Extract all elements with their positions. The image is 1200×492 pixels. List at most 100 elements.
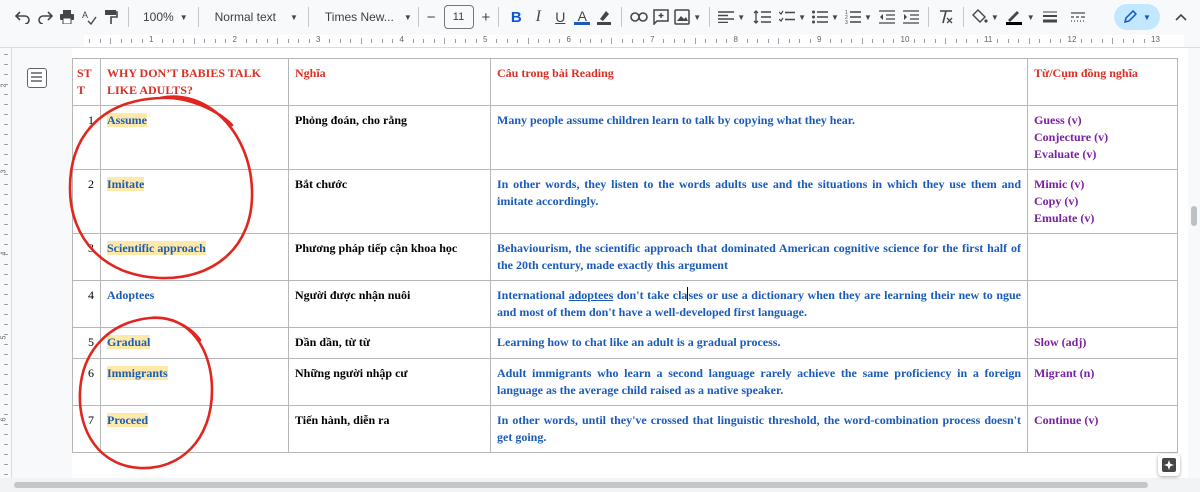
border-color-swatch [1005, 21, 1022, 25]
ruler-number: 6 [566, 35, 571, 44]
vertical-ruler[interactable]: 23456 [0, 48, 12, 492]
meaning-cell[interactable]: Người được nhận nuôi [288, 280, 491, 328]
font-size-input[interactable]: 11 [443, 5, 474, 29]
border-dash-icon[interactable] [1067, 4, 1089, 30]
increase-font-size-button[interactable]: + [480, 9, 493, 26]
word-cell[interactable]: Gradual [100, 327, 289, 359]
font-select[interactable]: Times New... ▼ [325, 4, 412, 30]
border-width-icon[interactable] [1039, 4, 1061, 30]
table-row[interactable]: 3 Scientific approach Phương pháp tiếp c… [72, 233, 1178, 281]
border-color-icon[interactable] [1003, 4, 1025, 30]
vertical-ruler-tick [4, 194, 8, 195]
paint-format-icon[interactable] [100, 4, 122, 30]
decrease-indent-icon[interactable] [876, 4, 898, 30]
ruler-tick [621, 39, 623, 43]
document-page[interactable]: ST T WHY DON’T BABIES TALK LIKE ADULTS? … [72, 48, 1188, 478]
word-cell[interactable]: Scientific approach [100, 233, 289, 281]
sentence-cell[interactable]: In other words, they listen to the words… [490, 169, 1028, 234]
ruler-tick [329, 39, 331, 43]
print-icon[interactable] [56, 4, 78, 30]
vertical-ruler-tick [4, 104, 8, 105]
insert-link-icon[interactable] [628, 4, 650, 30]
ruler-tick [193, 38, 195, 44]
synonyms-cell[interactable]: Continue (v) [1027, 405, 1178, 453]
bold-button[interactable]: B [505, 4, 527, 30]
zoom-select[interactable]: 100% ▼ [135, 4, 188, 30]
word-cell[interactable]: Proceed [100, 405, 289, 453]
sentence-cell[interactable]: Many people assume children learn to tal… [490, 105, 1028, 170]
divider [197, 7, 199, 27]
vocabulary-table[interactable]: ST T WHY DON’T BABIES TALK LIKE ADULTS? … [72, 58, 1178, 453]
word-cell[interactable]: Imitate [100, 169, 289, 234]
table-row[interactable]: 6 Immigrants Những người nhập cư Adult i… [72, 358, 1178, 406]
explore-sparkle-icon[interactable] [1158, 454, 1180, 476]
meaning-cell[interactable]: Tiến hành, diễn ra [288, 405, 491, 453]
highlight-color-icon[interactable] [593, 4, 615, 30]
word-cell[interactable]: Adoptees [100, 280, 289, 328]
editing-mode-button[interactable]: ▼ [1114, 4, 1160, 30]
vertical-scrollbar[interactable] [1188, 48, 1200, 478]
horizontal-ruler[interactable]: 1 2 3 4 5 6 7 8 9 10 11 12 13 [0, 34, 1200, 48]
sentence-cell[interactable]: Behaviourism, the scientific approach th… [490, 233, 1028, 281]
ruler-tick [726, 39, 728, 43]
synonyms-cell[interactable]: Guess (v) Conjecture (v) Evaluate (v) [1027, 105, 1178, 170]
meaning-cell[interactable]: Dần dần, từ từ [288, 327, 491, 359]
document-outline-icon[interactable] [27, 68, 47, 88]
synonyms-cell[interactable]: Migrant (n) [1027, 358, 1178, 406]
ruler-tick [371, 39, 373, 43]
align-left-icon[interactable]: ▼ [716, 4, 747, 30]
collapse-menus-icon[interactable] [1170, 4, 1192, 30]
synonyms-cell[interactable] [1027, 280, 1178, 328]
text-color-button[interactable]: A [571, 4, 593, 30]
divider [709, 7, 711, 27]
underline-button[interactable]: U [549, 4, 571, 30]
horizontal-scrollbar[interactable] [0, 478, 1200, 492]
divider [417, 7, 419, 27]
vertical-scroll-thumb[interactable] [1191, 206, 1197, 226]
table-row[interactable]: 4 Adoptees Người được nhận nuôi Internat… [72, 280, 1178, 328]
clear-formatting-icon[interactable] [935, 4, 957, 30]
font-value: Times New... [324, 10, 394, 24]
table-row[interactable]: 1 Assume Phỏng đoán, cho rằng Many peopl… [72, 105, 1178, 170]
meaning-cell[interactable]: Phỏng đoán, cho rằng [288, 105, 491, 170]
sentence-cell[interactable]: Adult immigrants who learn a second lang… [490, 358, 1028, 406]
meaning-cell[interactable]: Phương pháp tiếp cận khoa học [288, 233, 491, 281]
chevron-down-icon[interactable]: ▼ [1027, 13, 1035, 22]
synonyms-cell[interactable] [1027, 233, 1178, 281]
redo-icon[interactable] [34, 4, 56, 30]
sentence-cell[interactable]: International adoptees don't take clases… [490, 280, 1028, 328]
synonyms-cell[interactable]: Mimic (v) Copy (v) Emulate (v) [1027, 169, 1178, 234]
sentence-cell[interactable]: Learning how to chat like an adult is a … [490, 327, 1028, 359]
meaning-cell[interactable]: Bắt chước [288, 169, 491, 234]
line-spacing-icon[interactable] [751, 4, 773, 30]
increase-indent-icon[interactable] [900, 4, 922, 30]
vertical-ruler-tick [4, 454, 8, 455]
meaning-cell[interactable]: Những người nhập cư [288, 358, 491, 406]
undo-icon[interactable] [12, 4, 34, 30]
ruler-tick [893, 39, 895, 43]
cell-fill-color-icon[interactable]: ▼ [970, 4, 1001, 30]
decrease-font-size-button[interactable]: − [425, 9, 438, 26]
numbered-list-icon[interactable]: 1 2 3 ▼ [843, 4, 874, 30]
add-comment-icon[interactable] [650, 4, 672, 30]
ruler-tick [183, 39, 185, 43]
bulleted-list-icon[interactable]: ▼ [810, 4, 841, 30]
checklist-icon[interactable]: ▼ [777, 4, 808, 30]
insert-image-icon[interactable]: ▼ [672, 4, 703, 30]
table-row[interactable]: 7 Proceed Tiến hành, diễn ra In other wo… [72, 405, 1178, 453]
horizontal-scroll-thumb[interactable] [14, 482, 1148, 488]
ruler-number: 13 [1151, 35, 1160, 44]
word-cell[interactable]: Assume [100, 105, 289, 170]
header-word: WHY DON’T BABIES TALK LIKE ADULTS? [100, 58, 289, 106]
spellcheck-icon[interactable]: A [78, 4, 100, 30]
ruler-tick [1143, 39, 1145, 43]
italic-button[interactable]: I [527, 4, 549, 30]
style-select[interactable]: Normal text ▼ [215, 4, 298, 30]
table-row[interactable]: 2 Imitate Bắt chước In other words, they… [72, 169, 1178, 234]
word-cell[interactable]: Immigrants [100, 358, 289, 406]
sentence-cell[interactable]: In other words, until they've crossed th… [490, 405, 1028, 453]
vertical-ruler-tick [4, 354, 8, 355]
synonyms-cell[interactable]: Slow (adj) [1027, 327, 1178, 359]
sentence-link[interactable]: adoptees [569, 288, 614, 302]
table-row[interactable]: 5 Gradual Dần dần, từ từ Learning how to… [72, 327, 1178, 359]
